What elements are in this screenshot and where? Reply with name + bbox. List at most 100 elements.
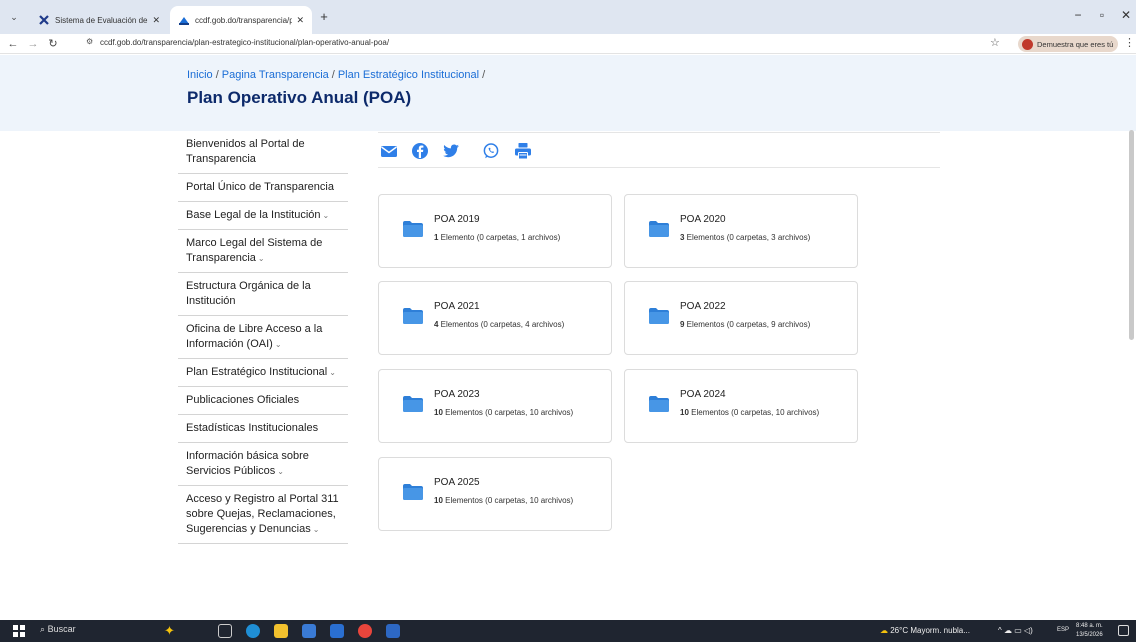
email-icon[interactable] [380, 142, 398, 160]
whatsapp-icon[interactable] [482, 142, 500, 160]
chevron-down-icon[interactable]: ⌄ [275, 340, 282, 349]
folder-count-detail: Elementos (0 carpetas, 4 archivos) [438, 320, 565, 329]
folder-name[interactable]: POA 2023 [434, 389, 480, 400]
chevron-down-icon[interactable]: ⌄ [329, 368, 336, 377]
network-icon[interactable]: ▭ [1014, 626, 1022, 635]
breadcrumb-link[interactable]: Plan Estratégico Institucional [338, 69, 479, 81]
sidebar-item-label: Estadísticas Institucionales [186, 422, 319, 434]
more-menu-icon[interactable]: ⋮ [1124, 36, 1135, 49]
sidebar-item[interactable]: Información básica sobre Servicios Públi… [178, 443, 348, 486]
chevron-down-icon[interactable]: ⌄ [323, 211, 330, 220]
sidebar-item[interactable]: Plan Estratégico Institucional ⌄ [178, 359, 348, 387]
task-view-icon[interactable] [218, 624, 232, 638]
folder-card[interactable]: POA 2020 3 Elementos (0 carpetas, 3 archi… [624, 194, 858, 268]
print-icon[interactable] [514, 142, 532, 160]
folder-card[interactable]: POA 2022 9 Elementos (0 carpetas, 9 archi… [624, 281, 858, 355]
browser-tab-active[interactable]: ccdf.gob.do/transparencia/plar ✕ [170, 6, 312, 34]
taskbar-clock[interactable]: 8:48 a. m. 13/5/2026 [1076, 622, 1103, 640]
folder-name[interactable]: POA 2025 [434, 477, 480, 488]
folder-card[interactable]: POA 2021 4 Elementos (0 carpetas, 4 archi… [378, 281, 612, 355]
sidebar-item-label: Estructura Orgánica de la Institución [186, 280, 311, 307]
tab-search-chevron-icon[interactable]: ⌄ [6, 9, 22, 25]
folder-name[interactable]: POA 2020 [680, 214, 726, 225]
folder-count-detail: Elementos (0 carpetas, 9 archivos) [684, 320, 811, 329]
chevron-down-icon[interactable]: ⌄ [258, 254, 265, 263]
folder-card[interactable]: POA 2025 10 Elementos (0 carpetas, 10 arc… [378, 457, 612, 531]
minimize-icon[interactable]: − [1070, 8, 1086, 22]
sidebar-item-label: Publicaciones Oficiales [186, 394, 300, 406]
app-icon[interactable] [386, 624, 400, 638]
profile-button[interactable]: Demuestra que eres tú [1018, 36, 1118, 52]
folder-icon [403, 396, 423, 412]
close-tab-icon[interactable]: ✕ [296, 15, 304, 26]
folder-count: 10 [434, 408, 443, 417]
breadcrumb-separator: / [482, 69, 486, 81]
site-info-icon[interactable]: ⚙ [86, 37, 93, 46]
chrome-icon[interactable] [358, 624, 372, 638]
language-indicator[interactable]: ESP [1057, 627, 1069, 633]
window-close-icon[interactable]: ✕ [1118, 8, 1134, 22]
onedrive-icon[interactable]: ☁ [1004, 626, 1012, 635]
folder-card[interactable]: POA 2019 1 Elemento (0 carpetas, 1 archiv… [378, 194, 612, 268]
folder-count: 10 [434, 496, 443, 505]
facebook-icon[interactable] [411, 142, 429, 160]
sidebar-item-label: Base Legal de la Institución [186, 209, 321, 221]
breadcrumb-separator: / [331, 69, 335, 81]
sidebar-item[interactable]: Estadísticas Institucionales [178, 415, 348, 443]
folder-icon [403, 308, 423, 324]
close-tab-icon[interactable]: ✕ [152, 15, 160, 26]
folder-card[interactable]: POA 2024 10 Elementos (0 carpetas, 10 arc… [624, 369, 858, 443]
chevron-down-icon[interactable]: ⌄ [313, 525, 320, 534]
tray-chevron-icon[interactable]: ^ [998, 626, 1002, 635]
tab-title: Sistema de Evaluación de Porta [55, 15, 148, 25]
back-arrow-icon[interactable]: ← [6, 36, 20, 52]
browser-tab-bar: ⌄ Sistema de Evaluación de Porta ✕ ccdf.… [0, 0, 1136, 34]
address-bar[interactable]: ccdf.gob.do/transparencia/plan-estrategi… [100, 38, 389, 47]
volume-icon[interactable]: ◁) [1024, 626, 1033, 635]
store-icon[interactable] [302, 624, 316, 638]
folder-icon [403, 221, 423, 237]
sidebar-item[interactable]: Marco Legal del Sistema de Transparencia… [178, 230, 348, 273]
sidebar-item[interactable]: Oficina de Libre Acceso a la Información… [178, 316, 348, 359]
twitter-icon[interactable] [442, 142, 460, 160]
folder-name[interactable]: POA 2021 [434, 301, 480, 312]
sidebar-item[interactable]: Portal Único de Transparencia [178, 174, 348, 202]
edge-browser-icon[interactable] [246, 624, 260, 638]
sidebar-item[interactable]: Publicaciones Oficiales [178, 387, 348, 415]
folder-meta: 3 Elementos (0 carpetas, 3 archivos) [680, 233, 810, 242]
weather-widget[interactable]: ☁ 26°C Mayorm. nubla... [880, 626, 970, 635]
os-taskbar: ⌕ Buscar ✦ ☁ 26°C Mayorm. nubla... ^ ☁ ▭… [0, 620, 1136, 642]
sidebar-item[interactable]: Acceso y Registro al Portal 311 sobre Qu… [178, 486, 348, 544]
bookmark-star-icon[interactable]: ☆ [990, 36, 1000, 49]
reload-icon[interactable]: ↻ [46, 36, 60, 52]
browser-toolbar: ← → ↻ ⚙ ccdf.gob.do/transparencia/plan-e… [0, 34, 1136, 54]
clock-time: 8:48 a. m. [1076, 623, 1103, 629]
folder-name[interactable]: POA 2022 [680, 301, 726, 312]
forward-arrow-icon[interactable]: → [26, 36, 40, 52]
folder-count-detail: Elemento (0 carpetas, 1 archivos) [438, 233, 561, 242]
sidebar-item[interactable]: Bienvenidos al Portal de Transparencia [178, 131, 348, 174]
outlook-icon[interactable] [330, 624, 344, 638]
sidebar-item[interactable]: Base Legal de la Institución ⌄ [178, 202, 348, 230]
folder-icon [403, 484, 423, 500]
page-scrollbar[interactable] [1129, 130, 1134, 340]
breadcrumb-link[interactable]: Inicio [187, 69, 213, 81]
breadcrumb-link[interactable]: Pagina Transparencia [222, 69, 329, 81]
sidebar-item-label: Portal Único de Transparencia [186, 181, 334, 193]
chevron-down-icon[interactable]: ⌄ [277, 467, 284, 476]
folder-name[interactable]: POA 2019 [434, 214, 480, 225]
browser-tab-inactive[interactable]: Sistema de Evaluación de Porta ✕ [30, 6, 168, 34]
sidebar-item[interactable]: Estructura Orgánica de la Institución [178, 273, 348, 316]
folder-name[interactable]: POA 2024 [680, 389, 726, 400]
profile-avatar-icon [1022, 38, 1033, 50]
file-explorer-icon[interactable] [274, 624, 288, 638]
windows-start-icon[interactable] [13, 625, 25, 637]
folder-card[interactable]: POA 2023 10 Elementos (0 carpetas, 10 arc… [378, 369, 612, 443]
folder-count-detail: Elementos (0 carpetas, 10 archivos) [688, 408, 820, 417]
system-tray[interactable]: ^ ☁ ▭ ◁) [998, 626, 1033, 635]
copilot-sparkle-icon[interactable]: ✦ [164, 624, 178, 638]
new-tab-plus-icon[interactable]: + [316, 9, 332, 25]
notification-icon[interactable] [1118, 625, 1129, 636]
restore-icon[interactable]: ▫ [1094, 8, 1110, 22]
taskbar-search[interactable]: ⌕ Buscar [40, 624, 76, 635]
